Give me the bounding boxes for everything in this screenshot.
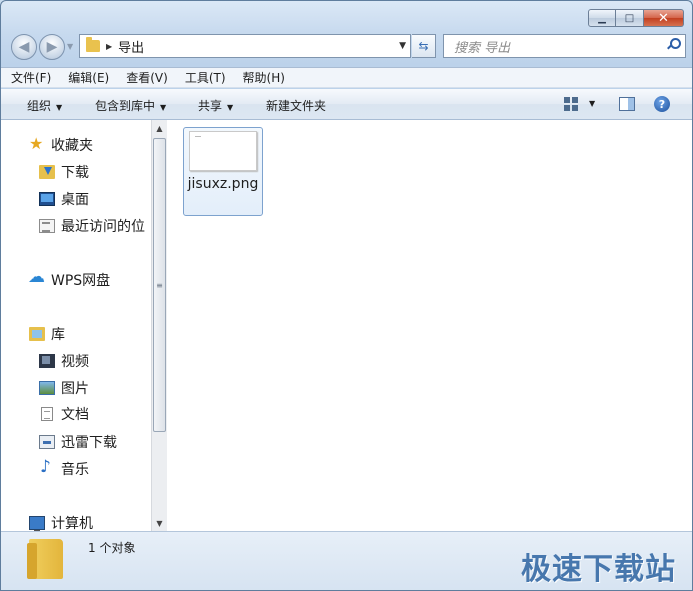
scroll-thumb[interactable]: ≡ [153, 138, 166, 432]
sidebar-item-label: 计算机 [51, 516, 93, 531]
include-library-label: 包含到库中 [95, 99, 156, 113]
sidebar-item-downloads[interactable]: 下载 [39, 162, 89, 182]
sidebar-item-label: WPS网盘 [51, 273, 111, 289]
scroll-down-icon[interactable]: ▼ [152, 515, 167, 531]
maximize-icon: □ [624, 12, 635, 24]
address-bar[interactable]: ▶ 导出 ▼ [79, 34, 411, 58]
share-button[interactable]: 共享 ▼ [198, 97, 233, 114]
new-folder-button[interactable]: 新建文件夹 [266, 97, 326, 114]
star-icon [29, 134, 45, 153]
chevron-down-icon: ▼ [227, 103, 234, 112]
close-icon: ✕ [658, 10, 669, 26]
folder-icon [27, 539, 63, 579]
document-icon [41, 407, 53, 421]
details-pane: 1 个对象 极速下载站 [1, 531, 692, 590]
sidebar-item-desktop[interactable]: 桌面 [39, 189, 89, 209]
menu-bar: 文件(F) 编辑(E) 查看(V) 工具(T) 帮助(H) [1, 67, 692, 88]
library-icon [29, 327, 45, 341]
breadcrumb-arrow-icon[interactable]: ▶ [106, 42, 112, 51]
sidebar-item-label: 文档 [61, 407, 89, 423]
sidebar-item-favorites[interactable]: 收藏夹 [29, 134, 93, 155]
refresh-button[interactable]: ⇆ [412, 34, 436, 58]
maximize-button[interactable]: □ [616, 9, 644, 27]
sidebar-item-label: 下载 [61, 165, 89, 181]
image-thumbnail [189, 131, 257, 171]
recent-places-icon [39, 219, 55, 233]
sidebar-item-label: 最近访问的位 [61, 219, 145, 235]
sidebar-item-computer[interactable]: 计算机 [29, 513, 93, 531]
sidebar-item-label: 图片 [61, 381, 89, 397]
chevron-down-icon: ▼ [56, 103, 63, 112]
file-list[interactable]: jisuxz.png [167, 120, 692, 531]
forward-arrow-icon: ▶ [46, 39, 58, 55]
minimize-icon: ▁ [598, 12, 606, 24]
sidebar-item-recent[interactable]: 最近访问的位 [39, 216, 145, 236]
sidebar-item-label: 桌面 [61, 192, 89, 208]
sidebar-item-library[interactable]: 库 [29, 324, 65, 344]
navigation-scrollbar[interactable]: ▲ ≡ ▼ [151, 120, 167, 531]
history-dropdown[interactable]: ▼ [67, 42, 75, 52]
view-dropdown-icon[interactable]: ▼ [589, 99, 595, 108]
forward-button[interactable]: ▶ [39, 34, 65, 60]
search-icon[interactable] [667, 38, 681, 50]
sidebar-item-label: 库 [51, 327, 65, 343]
cloud-icon [28, 267, 45, 287]
sidebar-item-music[interactable]: 音乐 [39, 457, 89, 479]
sidebar-item-pictures[interactable]: 图片 [39, 378, 89, 398]
share-label: 共享 [198, 99, 223, 113]
address-dropdown-icon[interactable]: ▼ [399, 41, 406, 51]
video-icon [39, 354, 55, 368]
new-folder-label: 新建文件夹 [266, 99, 327, 113]
sidebar-item-label: 视频 [61, 354, 89, 370]
change-view-icon[interactable] [564, 97, 578, 111]
command-bar: 组织 ▼ 包含到库中 ▼ 共享 ▼ 新建文件夹 ▼ ? [1, 89, 692, 120]
picture-icon [39, 381, 55, 395]
sidebar-item-xunlei[interactable]: 迅雷下载 [39, 432, 117, 452]
sidebar-item-label: 音乐 [61, 462, 89, 478]
folder-icon [86, 37, 100, 52]
refresh-icon: ⇆ [418, 39, 429, 53]
file-item[interactable]: jisuxz.png [183, 127, 263, 216]
chevron-down-icon: ▼ [160, 103, 167, 112]
minimize-button[interactable]: ▁ [588, 9, 616, 27]
preview-pane-icon[interactable] [619, 97, 635, 111]
item-count: 1 个对象 [88, 541, 136, 555]
organize-label: 组织 [27, 99, 52, 113]
search-input[interactable]: 搜索 导出 [443, 34, 686, 58]
include-library-button[interactable]: 包含到库中 ▼ [95, 97, 166, 114]
music-icon [39, 457, 55, 477]
download-manager-icon [39, 435, 55, 449]
sidebar-item-videos[interactable]: 视频 [39, 351, 89, 371]
organize-button[interactable]: 组织 ▼ [27, 97, 62, 114]
menu-tools[interactable]: 工具(T) [185, 69, 226, 86]
close-button[interactable]: ✕ [644, 9, 684, 27]
menu-view[interactable]: 查看(V) [126, 69, 168, 86]
scroll-up-icon[interactable]: ▲ [152, 120, 167, 136]
desktop-icon [39, 192, 55, 206]
download-folder-icon [39, 165, 55, 179]
menu-file[interactable]: 文件(F) [11, 69, 51, 86]
explorer-window: ▁ □ ✕ ◀ ▶ ▼ ▶ 导出 ▼ ⇆ 搜索 导出 文件(F) 编辑(E) 查… [0, 0, 693, 591]
search-placeholder[interactable]: 搜索 导出 [454, 37, 510, 56]
file-name: jisuxz.png [187, 176, 259, 192]
back-button[interactable]: ◀ [11, 34, 37, 60]
sidebar-item-documents[interactable]: 文档 [39, 404, 89, 424]
computer-icon [29, 516, 45, 531]
address-path[interactable]: 导出 [118, 37, 144, 56]
menu-help[interactable]: 帮助(H) [243, 69, 285, 86]
sidebar-item-label: 收藏夹 [51, 138, 93, 154]
back-arrow-icon: ◀ [18, 39, 30, 55]
help-icon[interactable]: ? [654, 96, 670, 112]
menu-edit[interactable]: 编辑(E) [68, 69, 109, 86]
navigation-pane: 收藏夹 下载 桌面 最近访问的位 WPS网盘 库 视频 图片 [1, 120, 151, 531]
sidebar-item-label: 迅雷下载 [61, 435, 117, 451]
watermark: 极速下载站 [521, 552, 676, 587]
caption-buttons: ▁ □ ✕ [588, 9, 684, 27]
sidebar-item-wps[interactable]: WPS网盘 [28, 267, 111, 290]
